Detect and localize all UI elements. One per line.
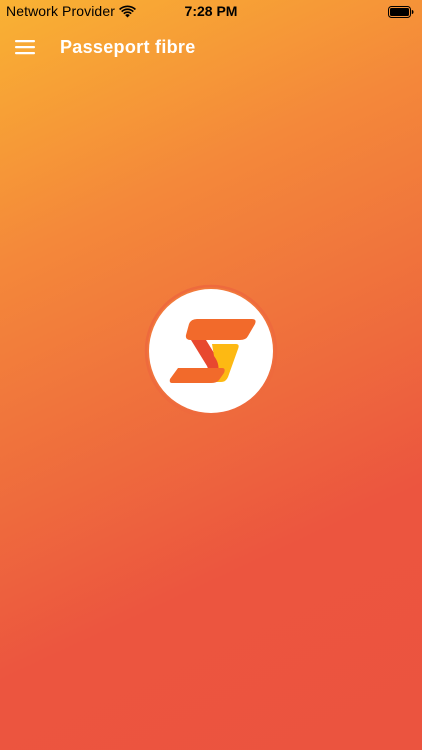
battery-icon [388,5,414,18]
page-title: Passeport fibre [60,37,196,57]
nav-bar: Passeport fibre [0,22,422,72]
hamburger-menu-icon [15,40,35,55]
status-bar: Network Provider 7:28 PM [0,0,422,22]
brand-logo [144,284,278,418]
s-brand-logo-icon [144,284,278,418]
status-time: 7:28 PM [184,3,238,19]
menu-button[interactable] [10,32,40,62]
